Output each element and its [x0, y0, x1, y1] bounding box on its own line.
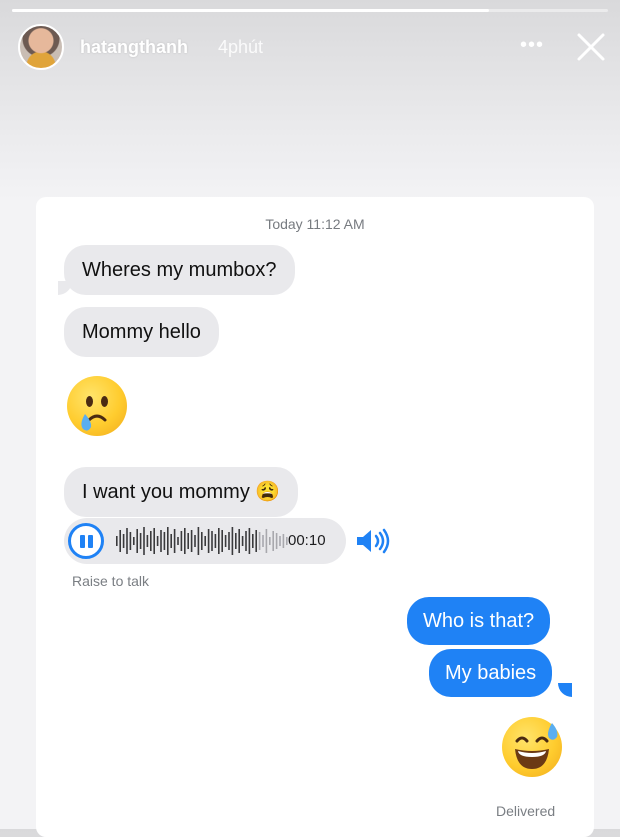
waveform-bar: [156, 536, 159, 546]
speaker-icon[interactable]: [354, 527, 394, 555]
pause-button[interactable]: [68, 523, 104, 559]
waveform-bar: [143, 527, 145, 555]
waveform-bar: [160, 530, 162, 552]
story-time-ago: 4phút: [218, 37, 264, 57]
waveform-bar: [133, 537, 135, 545]
crying-face-emoji: [67, 376, 127, 436]
waveform-bar: [214, 534, 217, 548]
waveform-bar: [282, 534, 285, 548]
waveform-bar: [211, 531, 213, 551]
waveform-bar: [248, 528, 251, 554]
waveform-bar: [204, 536, 206, 546]
waveform-bar: [170, 534, 172, 548]
waveform-bar: [262, 535, 264, 547]
waveform-bar: [269, 537, 271, 545]
audio-message: 00:10: [64, 518, 346, 564]
waveform-bar: [235, 533, 237, 549]
raise-to-talk-hint: Raise to talk: [72, 573, 150, 589]
waveform-bar: [231, 527, 234, 555]
waveform-bar: [146, 535, 149, 547]
waveform-bar: [197, 527, 200, 555]
outgoing-message: Who is that?: [407, 597, 551, 645]
waveform-bar: [180, 531, 183, 551]
waveform-bar: [275, 533, 278, 549]
audio-duration: 00:10: [288, 532, 326, 549]
waveform-bar: [187, 533, 189, 549]
waveform-bar: [190, 530, 193, 552]
conversation-timestamp: Today 11:12 AM: [265, 216, 365, 232]
waveform-bar: [265, 529, 268, 553]
sweat-smile-emoji: [502, 717, 562, 777]
waveform-bar: [119, 530, 121, 552]
waveform-bar: [279, 536, 281, 546]
waveform-bar: [221, 530, 223, 552]
waveform-bar: [122, 534, 125, 548]
waveform-bar: [177, 537, 179, 545]
waveform-bar: [153, 528, 155, 554]
delivery-status: Delivered: [496, 803, 556, 819]
waveform-bar: [245, 531, 247, 551]
waveform-bar: [163, 532, 166, 550]
waveform-bar: [129, 532, 132, 550]
waveform-bar: [173, 529, 176, 553]
story-header: hatangthanh 4phút •••: [16, 24, 606, 74]
sweat-smile-details: [515, 723, 558, 769]
story-progress-fill: [12, 9, 489, 12]
waveform-bar: [184, 528, 186, 554]
waveform-bar: [224, 535, 227, 547]
incoming-message: Wheres my mumbox?: [64, 245, 295, 295]
bubble-tail: [558, 683, 572, 697]
incoming-message: Mommy hello: [64, 307, 219, 357]
waveform-bar: [255, 530, 257, 552]
waveform-bar: [194, 535, 196, 547]
waveform-bar: [126, 528, 128, 554]
waveform-bar: [150, 531, 152, 551]
incoming-message: I want you mommy 😩: [64, 467, 299, 517]
waveform-bar: [207, 529, 210, 553]
waveform-bar: [167, 527, 169, 555]
outgoing-message: My babies: [429, 649, 553, 697]
username[interactable]: hatangthanh: [80, 37, 188, 58]
close-icon[interactable]: [574, 30, 608, 64]
avatar[interactable]: [18, 24, 64, 70]
waveform-bar: [201, 532, 203, 550]
waveform-bar: [238, 529, 240, 553]
ellipsis-icon[interactable]: •••: [520, 34, 544, 57]
waveform-bar: [218, 528, 220, 554]
waveform-bar: [228, 532, 230, 550]
message-screenshot: Today 11:12 AM Wheres my mumbox? Mommy h…: [36, 197, 594, 837]
crying-face-details: [81, 414, 107, 431]
waveform-bar: [258, 532, 261, 550]
waveform-bar: [136, 529, 138, 553]
waveform-bar: [139, 533, 142, 549]
story-progress-bar: [12, 9, 608, 12]
waveform-bar: [272, 531, 274, 551]
waveform-bar: [241, 536, 244, 546]
waveform-bar: [252, 534, 254, 548]
waveform-bar: [116, 536, 118, 546]
audio-waveform[interactable]: [116, 526, 292, 556]
